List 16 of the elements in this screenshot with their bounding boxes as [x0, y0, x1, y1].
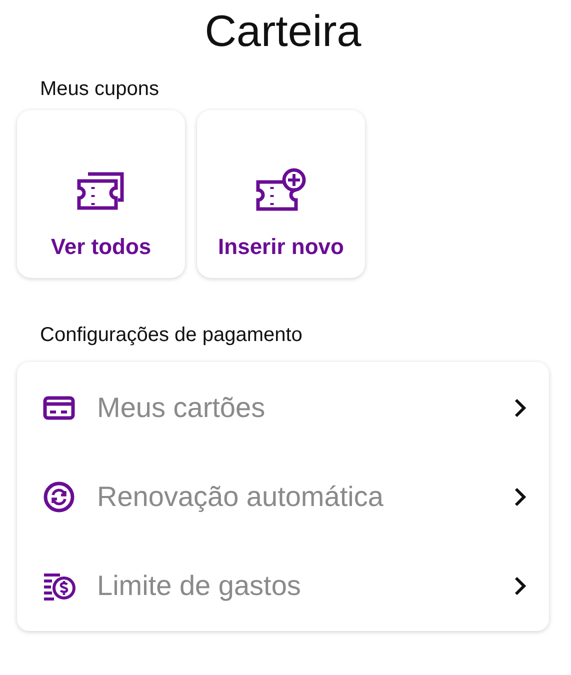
item-label: Meus cartões: [97, 392, 266, 424]
item-label: Renovação automática: [97, 480, 384, 512]
settings-item[interactable]: Meus cartões: [17, 363, 549, 452]
ticket-icon: [76, 170, 126, 212]
section-heading: Meus cupons: [40, 77, 159, 102]
chevron-icon: [513, 398, 527, 418]
coupon-tile[interactable]: Ver todos: [17, 110, 185, 278]
ticket-plus-icon: [255, 168, 307, 212]
settings-item[interactable]: Renovação automática: [17, 452, 549, 541]
chevron-icon: [513, 486, 527, 506]
page-title: Carteira: [204, 6, 362, 58]
section-heading: Configurações de pagamento: [40, 323, 302, 348]
chevron-icon: [513, 576, 527, 596]
settings-item[interactable]: Limite de gastos: [17, 541, 549, 630]
item-label: Limite de gastos: [97, 570, 302, 602]
coupon-tile[interactable]: Inserir novo: [197, 110, 365, 278]
